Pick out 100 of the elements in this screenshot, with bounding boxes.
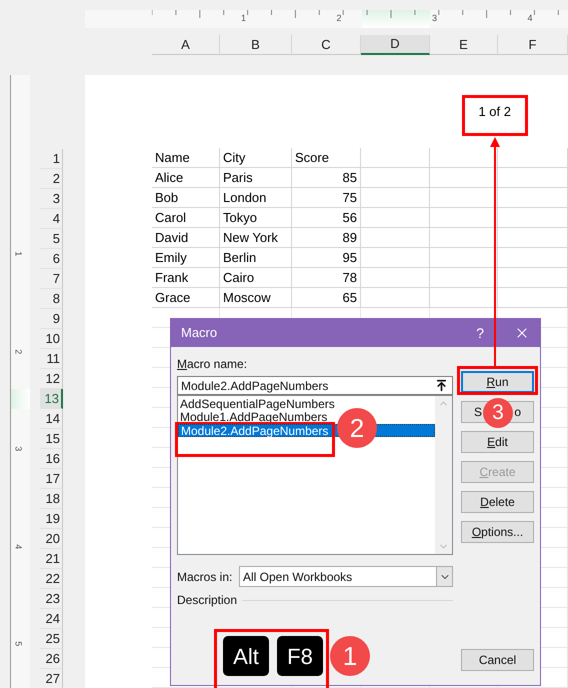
row-header[interactable]: 8 <box>40 289 63 309</box>
dialog-button[interactable]: Options... <box>461 521 534 543</box>
table-cell: City <box>220 148 292 168</box>
table-cell <box>361 288 430 308</box>
table-cell: Berlin <box>220 248 292 268</box>
ruler-number: 5 <box>12 641 24 646</box>
table-cell: 65 <box>292 288 361 308</box>
table-cell <box>430 248 498 268</box>
column-header[interactable]: F <box>498 35 568 55</box>
table-cell <box>361 168 430 188</box>
ruler-number: 3 <box>432 12 438 25</box>
row-header[interactable]: 11 <box>40 349 63 369</box>
table-cell: 75 <box>292 188 361 208</box>
dialog-button[interactable]: Run <box>461 371 534 393</box>
ruler-number: 1 <box>241 12 246 25</box>
macro-list-item[interactable]: Module1.AddPageNumbers <box>178 411 328 424</box>
keyboard-key: F8 <box>277 636 323 676</box>
row-header[interactable]: 2 <box>40 169 63 189</box>
page-header-text: 1 of 2 <box>478 102 511 121</box>
ruler-number: 3 <box>12 446 24 452</box>
row-header[interactable]: 23 <box>40 589 63 609</box>
ruler-number: 1 <box>12 251 24 256</box>
column-header[interactable]: E <box>430 35 498 55</box>
macro-list-item[interactable]: AddSequentialPageNumbers <box>178 398 335 411</box>
table-cell: 56 <box>292 208 361 228</box>
row-header[interactable]: 7 <box>40 269 63 289</box>
cancel-button[interactable]: Cancel <box>461 649 534 671</box>
row-header[interactable]: 27 <box>40 669 63 688</box>
row-header[interactable]: 26 <box>40 649 63 669</box>
table-cell: Cairo <box>220 268 292 288</box>
table-cell: Alice <box>152 168 220 188</box>
macro-name-label: Macro name: <box>177 356 248 373</box>
row-header[interactable]: 3 <box>40 189 63 209</box>
table-cell: Tokyo <box>220 208 292 228</box>
table-cell: Bob <box>152 188 220 208</box>
macros-in-label: Macros in: <box>177 568 234 586</box>
table-cell <box>498 188 568 208</box>
table-cell <box>498 228 568 248</box>
row-header[interactable]: 9 <box>40 309 63 329</box>
ruler-number: 4 <box>528 12 533 25</box>
table-cell <box>361 188 430 208</box>
row-header[interactable]: 5 <box>40 229 63 249</box>
row-header[interactable]: 4 <box>40 209 63 229</box>
table-cell: Carol <box>152 208 220 228</box>
highlight-frame <box>462 95 528 136</box>
table-cell <box>430 288 498 308</box>
table-cell: Grace <box>152 288 220 308</box>
ruler-number: 4 <box>12 544 24 549</box>
row-header[interactable]: 21 <box>40 549 63 569</box>
dialog-title: Macro <box>181 324 218 342</box>
row-header[interactable]: 18 <box>40 489 63 509</box>
table-cell <box>498 288 568 308</box>
help-button[interactable]: ? <box>476 322 484 344</box>
ruler-highlight <box>362 10 430 28</box>
row-header[interactable]: 16 <box>40 449 63 469</box>
table-cell <box>498 168 568 188</box>
table-cell <box>361 208 430 228</box>
table-cell <box>430 148 498 168</box>
macro-name-field[interactable]: Module2.AddPageNumbers <box>177 376 453 395</box>
table-cell <box>361 268 430 288</box>
table-cell: London <box>220 188 292 208</box>
row-header[interactable]: 20 <box>40 529 63 549</box>
dialog-button[interactable]: Delete <box>461 491 534 513</box>
ruler-highlight <box>11 389 30 409</box>
row-header[interactable]: 25 <box>40 629 63 649</box>
macros-in-dropdown[interactable]: All Open Workbooks <box>239 566 453 587</box>
table-cell: Frank <box>152 268 220 288</box>
row-header[interactable]: 1 <box>40 149 63 169</box>
row-header[interactable]: 24 <box>40 609 63 629</box>
table-cell: 85 <box>292 168 361 188</box>
table-cell <box>430 228 498 248</box>
table-cell: 78 <box>292 268 361 288</box>
table-cell <box>430 168 498 188</box>
row-header[interactable]: 14 <box>40 409 63 429</box>
table-cell: Emily <box>152 248 220 268</box>
table-cell: New York <box>220 228 292 248</box>
row-header[interactable]: 17 <box>40 469 63 489</box>
description-label: Description <box>177 592 238 609</box>
table-cell <box>361 228 430 248</box>
row-header[interactable]: 6 <box>40 249 63 269</box>
table-cell <box>498 148 568 168</box>
row-header[interactable]: 22 <box>40 569 63 589</box>
column-header[interactable]: D <box>361 35 430 55</box>
table-cell: Paris <box>220 168 292 188</box>
row-header[interactable]: 10 <box>40 329 63 349</box>
column-header[interactable]: B <box>220 35 292 55</box>
table-cell: 89 <box>292 228 361 248</box>
row-header[interactable]: 19 <box>40 509 63 529</box>
ruler-number: 2 <box>336 12 342 25</box>
column-header[interactable]: A <box>152 35 220 55</box>
upload-arrow-icon[interactable] <box>435 379 448 392</box>
table-cell <box>498 248 568 268</box>
table-cell <box>361 248 430 268</box>
row-header[interactable]: 13 <box>40 389 63 409</box>
dialog-button[interactable]: Edit <box>461 431 534 453</box>
table-cell <box>498 208 568 228</box>
row-header[interactable]: 15 <box>40 429 63 449</box>
table-cell: Score <box>292 148 361 168</box>
table-cell: David <box>152 228 220 248</box>
table-cell <box>361 148 430 168</box>
